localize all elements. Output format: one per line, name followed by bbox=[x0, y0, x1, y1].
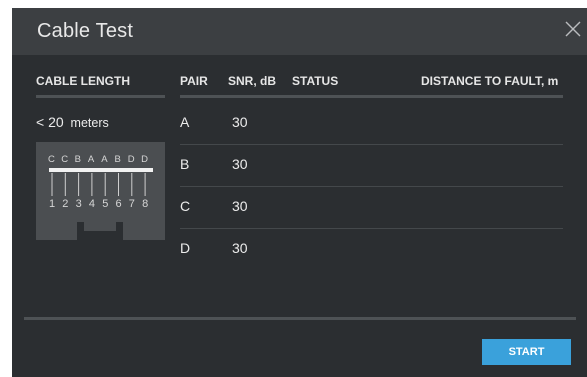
connector-pair-letter: A bbox=[101, 154, 109, 165]
row-snr: 30 bbox=[232, 156, 248, 172]
dialog-title: Cable Test bbox=[37, 20, 134, 42]
connector-pin-number: 7 bbox=[128, 198, 136, 210]
header-snr: SNR, dB bbox=[228, 74, 276, 88]
start-button[interactable]: START bbox=[482, 339, 571, 365]
row-snr: 30 bbox=[232, 114, 248, 130]
row-pair: A bbox=[180, 114, 190, 130]
row-snr: 30 bbox=[232, 198, 248, 214]
cable-length-header-rule bbox=[36, 95, 165, 98]
header-pair: PAIR bbox=[180, 74, 208, 88]
header-cable-length: CABLE LENGTH bbox=[36, 74, 130, 88]
rj45-connector-diagram: CCBAABDD12345678 bbox=[36, 142, 165, 240]
connector-pin-number: 4 bbox=[88, 198, 96, 210]
connector-pair-letter: B bbox=[74, 154, 82, 165]
connector-pin-number: 8 bbox=[142, 198, 149, 210]
row-pair: D bbox=[180, 240, 191, 256]
row-divider bbox=[180, 228, 563, 229]
dialog-titlebar: Cable Test bbox=[12, 8, 587, 55]
footer-divider bbox=[24, 317, 576, 320]
connector-pair-letter: B bbox=[114, 154, 122, 165]
close-icon[interactable] bbox=[561, 17, 585, 41]
header-status: STATUS bbox=[292, 74, 339, 88]
connector-pair-letter: D bbox=[141, 154, 149, 165]
connector-pair-letter: C bbox=[48, 154, 56, 165]
cable-length-number: < 20 bbox=[36, 114, 64, 130]
connector-pair-letter: C bbox=[61, 154, 69, 165]
connector-pin-number: 6 bbox=[115, 198, 123, 210]
row-divider bbox=[180, 186, 563, 187]
row-pair: C bbox=[180, 198, 191, 214]
connector-pin-number: 2 bbox=[62, 198, 69, 210]
header-distance-to-fault: DISTANCE TO FAULT, m bbox=[421, 74, 559, 88]
row-divider bbox=[180, 144, 563, 145]
cable-test-dialog: Cable Test CABLE LENGTH PAIR SNR, dB STA… bbox=[12, 8, 587, 377]
connector-pair-letter: D bbox=[127, 154, 136, 165]
connector-pin-number: 5 bbox=[102, 198, 109, 210]
cable-length-value: < 20 meters bbox=[36, 114, 109, 130]
row-snr: 30 bbox=[232, 240, 248, 256]
connector-pin-number: 1 bbox=[49, 198, 56, 210]
cable-length-unit: meters bbox=[70, 116, 109, 130]
table-header-rule bbox=[180, 95, 563, 98]
row-pair: B bbox=[180, 156, 190, 172]
connector-pair-letter: A bbox=[87, 154, 95, 165]
connector-pin-number: 3 bbox=[75, 198, 83, 210]
